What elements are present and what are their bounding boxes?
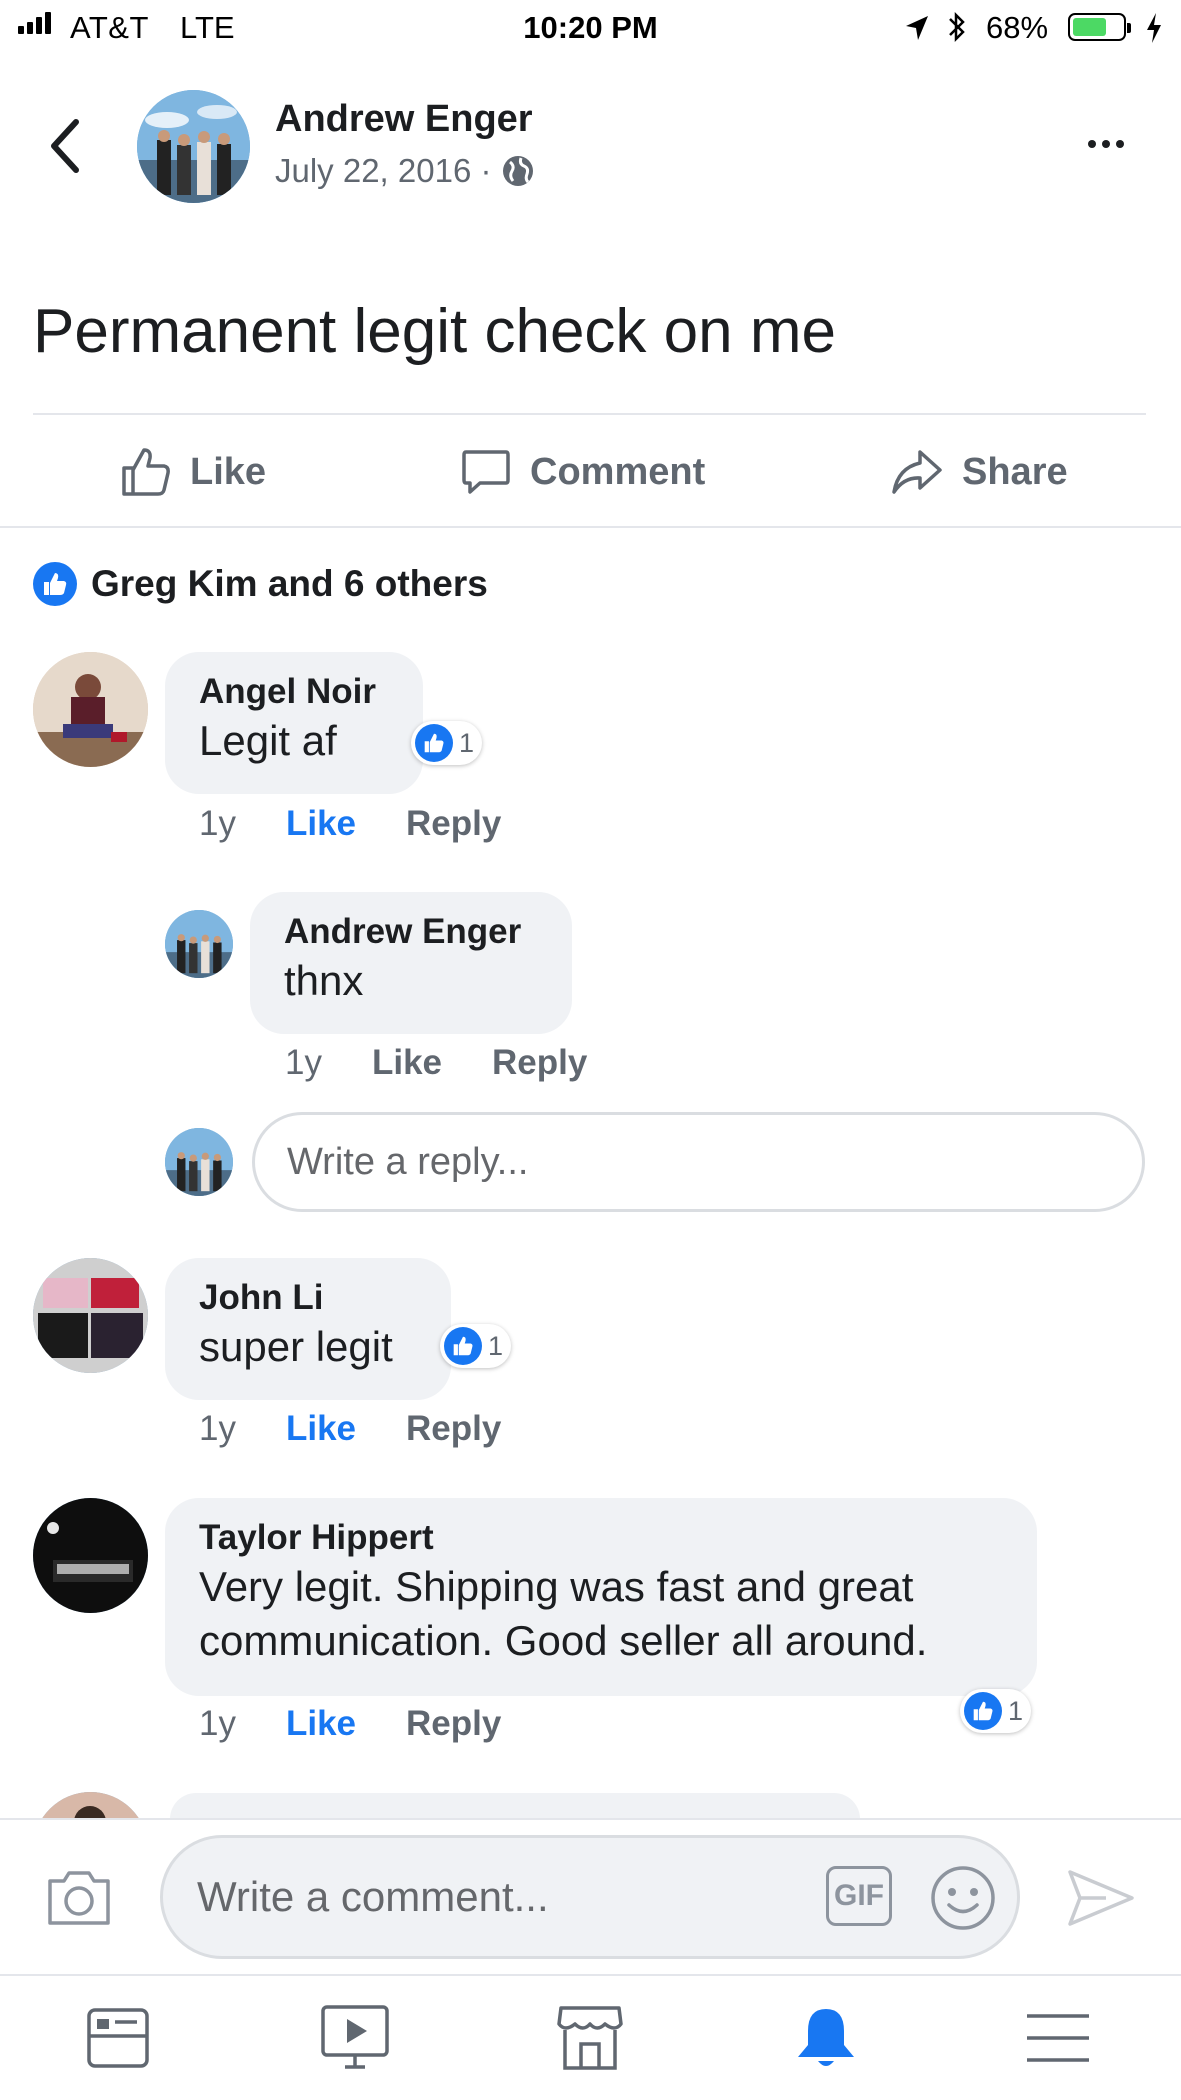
location-arrow-icon <box>906 16 928 40</box>
comment-like-button[interactable]: Like <box>286 804 356 844</box>
like-reaction-icon <box>33 562 77 606</box>
comment-input-placeholder: Write a comment... <box>197 1873 549 1920</box>
share-button[interactable]: Share <box>890 440 1068 504</box>
comment-label: Comment <box>530 450 706 493</box>
notifications-icon <box>798 2009 854 2066</box>
divider <box>33 413 1146 415</box>
comment-reply-button[interactable]: Reply <box>406 1409 501 1449</box>
reply-meta: 1y Like Reply <box>285 1043 587 1083</box>
comment-author[interactable]: Angel Noir <box>199 670 389 714</box>
battery-percent: 68% <box>986 10 1049 45</box>
comment-reaction-badge[interactable]: 1 <box>960 1689 1032 1733</box>
post-date-row: July 22, 2016 · <box>275 152 535 190</box>
comment-text: Legit af <box>199 717 337 764</box>
marketplace-icon <box>557 2006 623 2070</box>
comment-like-button[interactable]: Like <box>286 1409 356 1449</box>
emoji-icon[interactable] <box>929 1864 997 1932</box>
comment-bubble[interactable]: Angel Noir Legit af <box>165 652 423 794</box>
comment-reaction-badge[interactable]: 1 <box>411 721 483 765</box>
like-reaction-icon <box>415 724 453 762</box>
like-reaction-icon <box>444 1327 482 1365</box>
battery-icon <box>1068 13 1131 41</box>
commenter-avatar[interactable] <box>33 652 148 767</box>
commenter-avatar[interactable] <box>33 1498 148 1613</box>
tab-marketplace[interactable] <box>550 1998 630 2078</box>
reply-age: 1y <box>285 1043 322 1082</box>
comment-text-line-2: communication. Good seller all around. <box>199 1617 928 1664</box>
reply-text: thnx <box>284 957 364 1004</box>
comment-meta: 1y Like Reply <box>199 804 501 844</box>
more-options-icon[interactable] <box>1088 140 1124 148</box>
post-author-name[interactable]: Andrew Enger <box>275 98 533 141</box>
divider <box>0 1974 1181 1976</box>
comment-reply-button[interactable]: Reply <box>406 1704 501 1744</box>
like-reaction-icon <box>964 1692 1002 1730</box>
camera-icon[interactable] <box>46 1867 112 1927</box>
status-bar: AT&T LTE 10:20 PM 68% <box>0 0 1181 60</box>
like-button[interactable]: Like <box>120 440 266 504</box>
back-arrow-icon[interactable] <box>48 118 84 174</box>
charging-icon <box>1147 13 1161 43</box>
bluetooth-icon <box>949 11 965 43</box>
comment-button[interactable]: Comment <box>460 440 705 504</box>
send-icon[interactable] <box>1066 1866 1136 1930</box>
reply-author[interactable]: Andrew Enger <box>284 910 538 954</box>
comment-author[interactable]: Taylor Hippert <box>199 1516 1003 1560</box>
comment-text: super legit <box>199 1323 393 1370</box>
comment-age: 1y <box>199 1409 236 1448</box>
comment-age: 1y <box>199 1704 236 1743</box>
reply-like-button[interactable]: Like <box>372 1043 442 1083</box>
commenter-avatar[interactable] <box>33 1258 148 1373</box>
reactions-summary-text: Greg Kim and 6 others <box>91 563 488 604</box>
globe-icon <box>503 156 534 186</box>
gif-label: GIF <box>834 1879 884 1912</box>
comment-text-line-1: Very legit. Shipping was fast and great <box>199 1563 914 1610</box>
comment-like-button[interactable]: Like <box>286 1704 356 1744</box>
comment-bubble[interactable]: John Li super legit <box>165 1258 451 1400</box>
comment-icon <box>462 450 510 494</box>
news-feed-icon <box>87 2008 149 2068</box>
reply-reply-button[interactable]: Reply <box>492 1043 587 1083</box>
tab-menu[interactable] <box>1018 1998 1098 2078</box>
share-label: Share <box>962 450 1068 493</box>
divider <box>0 526 1181 528</box>
comment-reply-button[interactable]: Reply <box>406 804 501 844</box>
share-icon <box>892 450 942 494</box>
watch-icon <box>321 2005 389 2069</box>
comment-reaction-badge[interactable]: 1 <box>440 1324 512 1368</box>
post-text: Permanent legit check on me <box>33 297 836 366</box>
tab-news-feed[interactable] <box>78 1998 158 2078</box>
current-user-avatar <box>165 1128 233 1196</box>
reply-input-placeholder: Write a reply... <box>287 1140 529 1183</box>
reaction-count: 1 <box>1008 1695 1024 1726</box>
comment-meta: 1y Like Reply <box>199 1704 501 1744</box>
tab-notifications[interactable] <box>786 1998 866 2078</box>
comment-meta: 1y Like Reply <box>199 1409 501 1449</box>
tab-watch[interactable] <box>315 1998 395 2078</box>
comment-bubble[interactable] <box>170 1793 860 1819</box>
like-label: Like <box>190 450 267 493</box>
post-date: July 22, 2016 · <box>275 152 492 189</box>
comment-author[interactable]: John Li <box>199 1276 417 1320</box>
comment-age: 1y <box>199 804 236 843</box>
gif-button[interactable]: GIF <box>826 1866 892 1926</box>
reaction-count: 1 <box>459 727 475 758</box>
reply-bubble[interactable]: Andrew Enger thnx <box>250 892 572 1034</box>
reply-author-avatar[interactable] <box>165 910 233 978</box>
menu-icon <box>1027 2014 1089 2062</box>
reactions-summary[interactable]: Greg Kim and 6 others <box>33 562 488 606</box>
comment-bubble[interactable]: Taylor Hippert Very legit. Shipping was … <box>165 1498 1037 1696</box>
author-avatar[interactable] <box>137 90 250 203</box>
thumbs-up-icon <box>122 448 170 496</box>
reply-input[interactable]: Write a reply... <box>252 1112 1145 1212</box>
reaction-count: 1 <box>488 1330 504 1361</box>
